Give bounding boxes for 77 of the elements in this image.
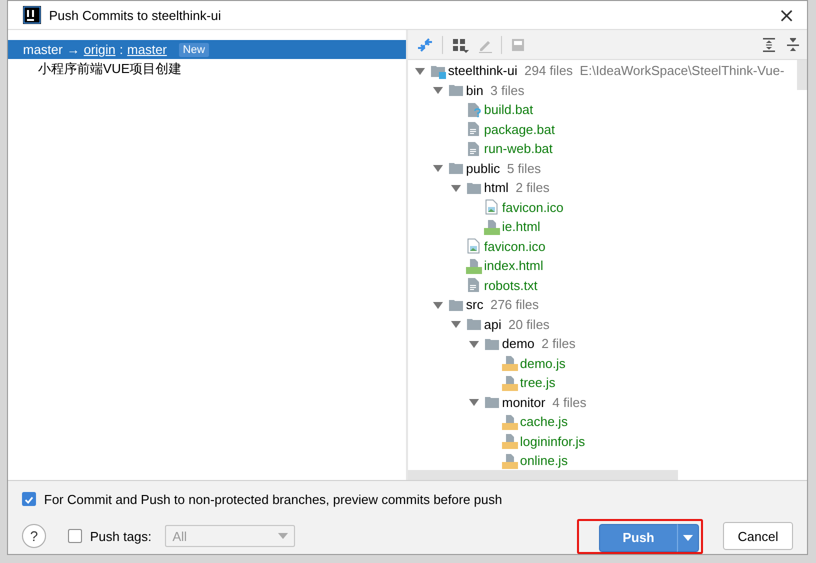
file-name[interactable]: online.js [520,453,568,468]
folder-name[interactable]: public [466,160,500,176]
checkbox-label: For Commit and Push to non-protected branches, preview commits before push [44,492,502,506]
folder-icon [448,160,464,176]
cancel-button[interactable]: Cancel [723,522,793,550]
folder-path: E:\IdeaWorkSpace\SteelThink-Vue- [580,63,784,78]
arrow-text: → [66,42,80,57]
file-name[interactable]: cache.js [520,414,568,430]
caret-icon [278,533,288,539]
commit-row[interactable]: 小程序前端VUE项目创建 [8,59,406,79]
file-count: 276 files [490,297,539,312]
help-button[interactable]: ? [22,524,46,548]
folder-name[interactable]: src [466,297,484,312]
js-file-icon [502,374,518,391]
text-file-icon [466,277,482,294]
file-name[interactable]: demo.js [520,356,566,371]
horizontal-scrollbar[interactable] [408,470,678,480]
file-name[interactable]: build.bat [484,102,534,118]
file-count: 294 files [524,63,573,78]
branch-row[interactable]: master → origin : master New [8,40,406,59]
file-count: 2 files [516,180,550,196]
file-name[interactable]: favicon.ico [484,238,546,254]
collapse-all-icon[interactable] [785,36,801,52]
folder-name[interactable]: html [484,180,509,196]
text-file-icon [466,140,482,157]
file-name[interactable]: tree.js [520,375,556,390]
checkbox-label: Push tags: [90,528,152,544]
expand-all-icon[interactable] [761,36,777,52]
separator-text: : [120,42,124,57]
js-file-icon [502,414,518,430]
push-options-button[interactable] [677,524,699,552]
image-file-icon [466,238,482,254]
caret-icon [683,534,693,540]
expanded-arrow-icon[interactable] [468,396,480,408]
file-name[interactable]: run-web.bat [484,141,553,156]
expanded-arrow-icon[interactable] [432,84,444,96]
file-name[interactable]: robots.txt [484,278,538,293]
js-file-icon [502,355,518,372]
group-by-icon[interactable] [451,36,469,52]
expanded-arrow-icon[interactable] [450,318,462,330]
remote-link[interactable]: origin [84,42,116,57]
window-title: Push Commits to steelthink-ui [49,8,221,22]
folder-icon [466,316,482,332]
folder-icon [448,82,464,98]
file-count: 2 files [542,336,576,352]
folder-name[interactable]: monitor [502,394,546,410]
push-button[interactable]: Push [599,524,677,552]
vertical-scrollbar[interactable] [797,60,807,90]
file-count: 20 files [508,316,550,332]
file-count: 5 files [506,160,541,176]
file-count: 4 files [552,394,586,410]
file-name[interactable]: favicon.ico [502,200,564,215]
file-name[interactable]: ie.html [502,219,540,234]
folder-icon [484,394,500,410]
app-logo-icon [23,6,41,24]
folder-name[interactable]: bin [466,82,484,98]
folder-name[interactable]: demo [502,336,535,352]
expanded-arrow-icon[interactable] [432,162,444,174]
js-file-icon [502,433,518,450]
folder-name[interactable]: api [484,316,502,332]
branch-name: master [23,42,63,57]
checkbox[interactable] [22,492,36,506]
html-file-icon [484,218,500,235]
folder-name[interactable]: steelthink-ui [448,63,518,78]
html-file-icon [466,258,482,274]
js-file-icon [502,452,518,469]
new-badge: New [178,42,209,56]
file-name[interactable]: logininfor.js [520,434,586,449]
file-count: 3 files [490,82,524,98]
file-name[interactable]: package.bat [484,122,555,137]
file-name[interactable]: index.html [484,258,544,274]
target-branch-link[interactable]: master [127,42,167,57]
compare-arrows-icon[interactable] [416,36,434,52]
unknown-file-icon [466,102,482,118]
image-file-icon [484,199,500,216]
close-button[interactable]: × [774,5,799,25]
text-file-icon [466,121,482,138]
